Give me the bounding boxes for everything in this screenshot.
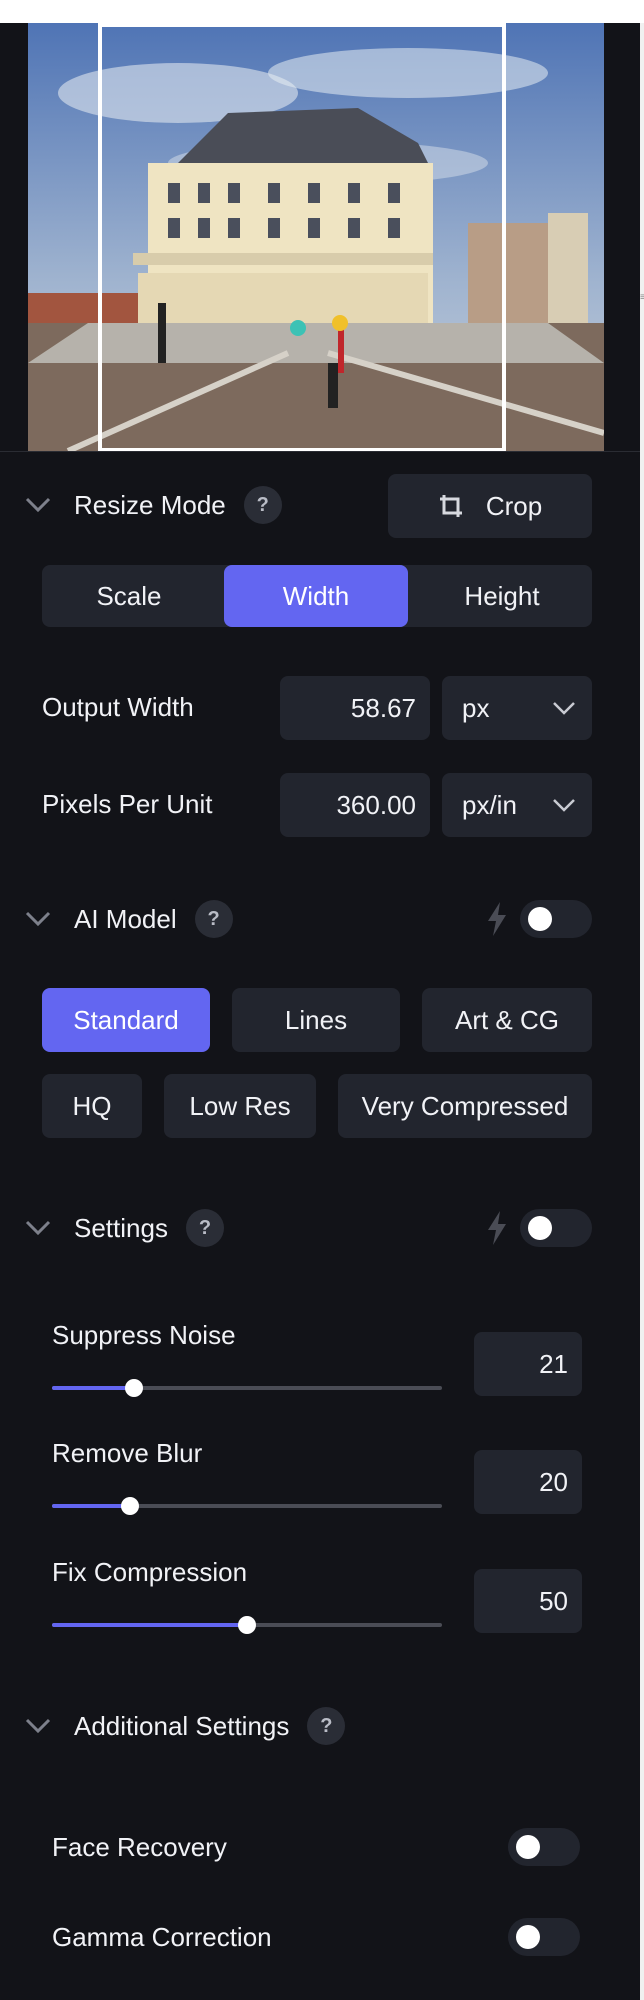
- pixels-per-unit-input[interactable]: 360.00: [280, 773, 430, 837]
- section-title: AI Model: [74, 903, 177, 934]
- settings-header[interactable]: Settings ?: [24, 1208, 224, 1248]
- settings-toggle[interactable]: [520, 1209, 592, 1247]
- face-recovery-toggle[interactable]: [508, 1828, 580, 1866]
- slider-fill: [52, 1504, 130, 1508]
- crop-frame[interactable]: [98, 23, 506, 452]
- slider-fill: [52, 1386, 134, 1390]
- mode-width-button[interactable]: Width: [224, 565, 408, 627]
- suppress-noise-label: Suppress Noise: [52, 1320, 236, 1350]
- crop-icon: [439, 495, 462, 517]
- slider-thumb[interactable]: [124, 1379, 143, 1397]
- toggle-knob: [516, 1835, 540, 1859]
- ai-model-toggle[interactable]: [520, 900, 592, 938]
- section-title: Resize Mode: [74, 489, 226, 520]
- model-hq-button[interactable]: HQ: [42, 1074, 142, 1138]
- output-width-input[interactable]: 58.67: [280, 676, 430, 740]
- slider-thumb[interactable]: [121, 1497, 139, 1515]
- unit-label: px/in: [462, 789, 517, 820]
- crop-button[interactable]: Crop: [388, 474, 592, 538]
- mode-scale-button[interactable]: Scale: [42, 565, 216, 627]
- lightning-bolt-icon: [488, 1211, 506, 1245]
- toggle-knob: [528, 907, 552, 931]
- slider-thumb[interactable]: [238, 1616, 256, 1634]
- model-very-compressed-button[interactable]: Very Compressed: [338, 1074, 592, 1138]
- help-icon[interactable]: ?: [243, 486, 282, 524]
- toggle-knob: [516, 1925, 540, 1949]
- model-low-res-button[interactable]: Low Res: [164, 1074, 316, 1138]
- pixels-per-unit-select[interactable]: px/in: [442, 773, 592, 837]
- slider-fill: [52, 1623, 247, 1627]
- help-icon[interactable]: ?: [307, 1707, 346, 1745]
- gamma-correction-toggle[interactable]: [508, 1918, 580, 1956]
- scrollbar-grip-icon[interactable]: ≡: [640, 290, 644, 306]
- remove-blur-slider[interactable]: [52, 1497, 442, 1515]
- lightning-bolt-icon: [488, 902, 506, 936]
- chevron-down-icon[interactable]: [24, 491, 52, 519]
- mode-height-button[interactable]: Height: [412, 565, 592, 627]
- ai-model-header[interactable]: AI Model ?: [24, 899, 233, 939]
- chevron-down-icon[interactable]: [24, 1214, 52, 1242]
- chevron-down-icon: [553, 799, 575, 812]
- help-icon[interactable]: ?: [185, 1209, 224, 1247]
- toggle-knob: [528, 1216, 552, 1240]
- model-lines-button[interactable]: Lines: [232, 988, 400, 1052]
- divider: [0, 451, 640, 452]
- output-width-label: Output Width: [42, 692, 194, 722]
- scrollbar[interactable]: [640, 23, 644, 2000]
- face-recovery-label: Face Recovery: [52, 1832, 227, 1862]
- additional-settings-header[interactable]: Additional Settings ?: [24, 1706, 346, 1746]
- fix-compression-value[interactable]: 50: [474, 1569, 582, 1633]
- chevron-down-icon[interactable]: [24, 1712, 52, 1740]
- chevron-down-icon: [553, 702, 575, 715]
- model-art-cg-button[interactable]: Art & CG: [422, 988, 592, 1052]
- section-title: Additional Settings: [74, 1710, 290, 1741]
- section-title: Settings: [74, 1212, 168, 1243]
- fix-compression-slider[interactable]: [52, 1616, 442, 1634]
- pixels-per-unit-label: Pixels Per Unit: [42, 789, 213, 819]
- remove-blur-value[interactable]: 20: [474, 1450, 582, 1514]
- fix-compression-label: Fix Compression: [52, 1557, 248, 1587]
- chevron-down-icon[interactable]: [24, 905, 52, 933]
- gamma-correction-label: Gamma Correction: [52, 1922, 272, 1952]
- help-icon[interactable]: ?: [194, 900, 233, 938]
- resize-mode-header[interactable]: Resize Mode ?: [24, 485, 282, 525]
- suppress-noise-slider[interactable]: [52, 1379, 442, 1397]
- unit-label: px: [462, 692, 490, 723]
- output-width-unit-select[interactable]: px: [442, 676, 592, 740]
- remove-blur-label: Remove Blur: [52, 1438, 203, 1468]
- model-standard-button[interactable]: Standard: [42, 988, 210, 1052]
- crop-label: Crop: [485, 490, 543, 521]
- suppress-noise-value[interactable]: 21: [474, 1332, 582, 1396]
